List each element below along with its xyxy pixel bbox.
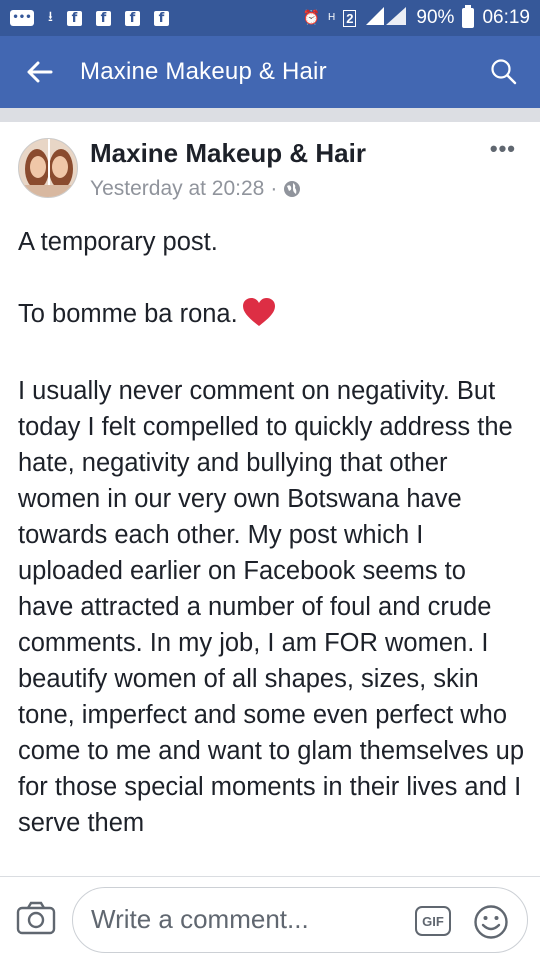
- page-title: Maxine Makeup & Hair: [80, 58, 327, 85]
- emoji-button[interactable]: [473, 904, 509, 940]
- facebook-notification-icon: f: [66, 10, 82, 26]
- status-bar: ••• ⭳ f f f f ⏰ H 2 90% 06:19: [0, 0, 540, 36]
- comment-input[interactable]: Write a comment... GIF: [72, 887, 528, 953]
- post-paragraph: A temporary post.: [18, 228, 218, 256]
- post-timestamp[interactable]: Yesterday at 20:28: [90, 177, 264, 201]
- smiley-icon: [474, 905, 508, 939]
- search-button[interactable]: [468, 36, 540, 108]
- search-icon: [491, 59, 517, 85]
- clock: 06:19: [482, 7, 530, 28]
- back-button[interactable]: [0, 36, 80, 108]
- post-meta: Yesterday at 20:28 ·: [90, 177, 301, 201]
- app-bar: Maxine Makeup & Hair: [0, 36, 540, 108]
- download-icon: ⭳: [48, 9, 53, 25]
- facebook-notification-icon: f: [124, 10, 140, 26]
- battery-icon: [462, 5, 475, 28]
- avatar[interactable]: [18, 138, 78, 198]
- red-heart-icon: [242, 297, 276, 337]
- comment-placeholder: Write a comment...: [91, 904, 309, 934]
- section-divider: [0, 108, 540, 122]
- gif-button[interactable]: GIF: [415, 906, 451, 936]
- signal-icon: [364, 5, 408, 32]
- meta-separator: ·: [270, 177, 278, 200]
- network-type: H: [327, 12, 336, 23]
- post-paragraph: To bomme ba rona.: [18, 296, 528, 337]
- camera-icon: [16, 901, 56, 935]
- facebook-notification-icon: f: [153, 10, 169, 26]
- post-author[interactable]: Maxine Makeup & Hair: [90, 138, 366, 169]
- post-paragraph: I usually never comment on negativity. B…: [18, 377, 525, 837]
- sim-slot-badge: 2: [343, 9, 357, 27]
- post-card: Maxine Makeup & Hair Yesterday at 20:28 …: [0, 122, 540, 876]
- post-options-button[interactable]: •••: [490, 136, 516, 162]
- battery-percent: 90%: [416, 7, 455, 28]
- chat-notification-icon: •••: [10, 10, 34, 26]
- globe-icon: [284, 181, 301, 197]
- arrow-left-icon: [27, 61, 53, 83]
- notification-icons: ••• ⭳ f f f f: [10, 6, 169, 30]
- comment-bar: Write a comment... GIF: [0, 876, 540, 960]
- post-body: A temporary post. To bomme ba rona. I us…: [18, 224, 528, 841]
- system-status: ⏰ H 2 90% 06:19: [303, 5, 530, 32]
- alarm-icon: ⏰: [302, 10, 320, 26]
- camera-button[interactable]: [16, 901, 56, 937]
- facebook-notification-icon: f: [95, 10, 111, 26]
